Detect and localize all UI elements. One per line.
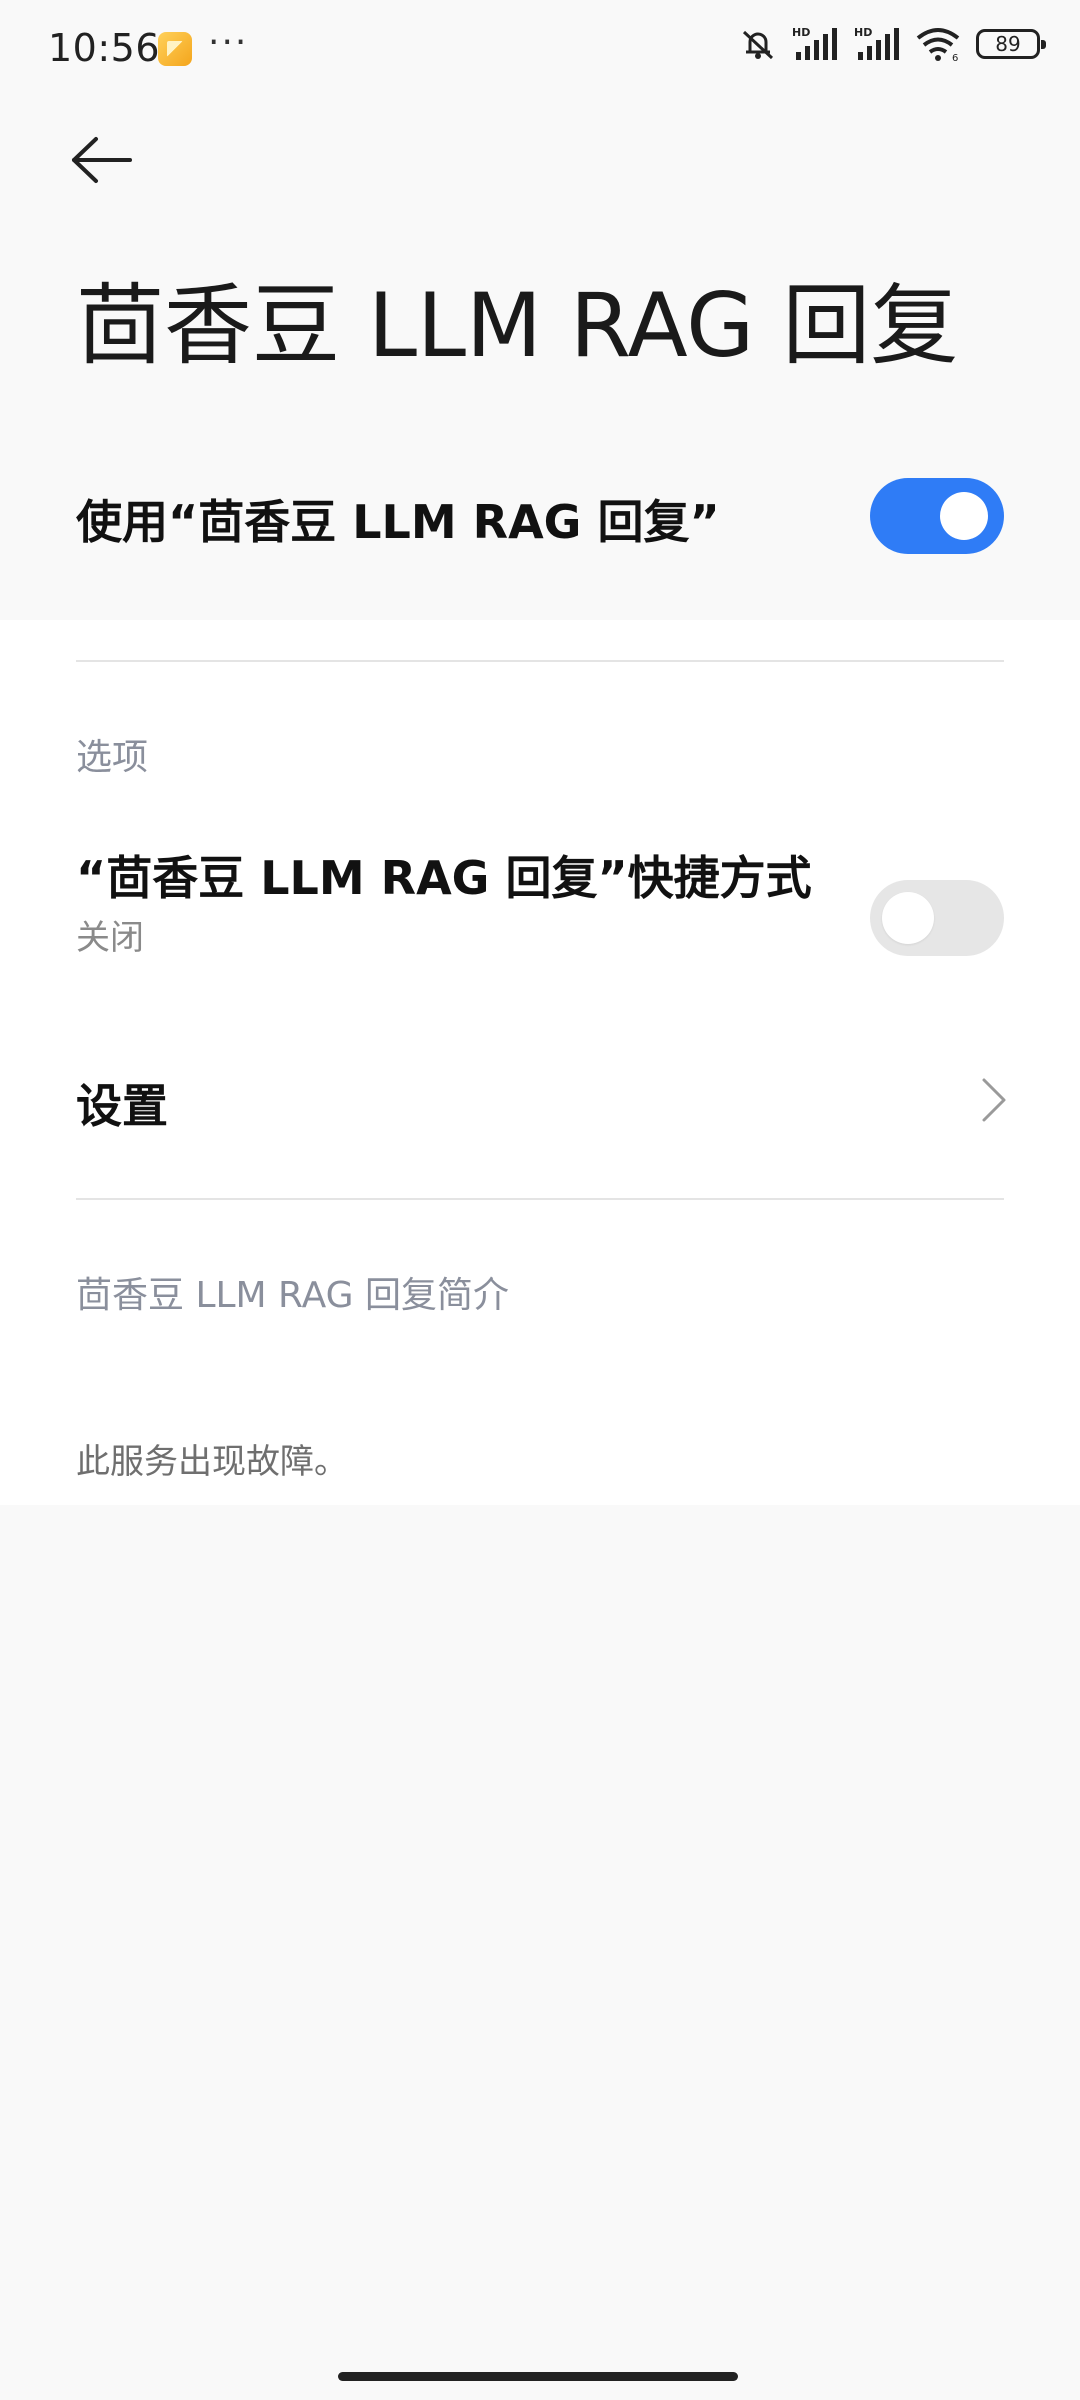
shortcut-subtitle: 关闭 [76, 918, 144, 958]
content-card: 选项 “茴香豆 LLM RAG 回复”快捷方式 关闭 设置 茴香豆 LLM RA… [0, 620, 1080, 1505]
shortcut-title: “茴香豆 LLM RAG 回复”快捷方式 [76, 851, 812, 905]
divider [76, 660, 1004, 662]
master-switch-label: 使用“茴香豆 LLM RAG 回复” [76, 495, 720, 549]
app-notification-icon [158, 32, 192, 66]
battery-level: 89 [995, 32, 1021, 56]
status-bar: 10:56 ··· HD HD 6 89 [0, 0, 1080, 96]
status-time: 10:56 [48, 26, 161, 70]
hd-signal-icon: HD [792, 26, 840, 62]
toggle-knob [882, 892, 934, 944]
status-icons: HD HD 6 89 [738, 26, 1046, 62]
wifi-icon: 6 [916, 26, 962, 62]
arrow-left-icon [72, 137, 132, 183]
master-switch-toggle[interactable] [870, 478, 1004, 554]
service-description: 此服务出现故障。 [76, 1442, 348, 1482]
settings-title: 设置 [76, 1079, 168, 1133]
svg-text:HD: HD [854, 26, 872, 39]
svg-text:HD: HD [792, 26, 810, 39]
shortcut-row[interactable]: “茴香豆 LLM RAG 回复”快捷方式 关闭 [0, 840, 1080, 990]
screen: 10:56 ··· HD HD 6 89 茴香豆 LLM RAG 回复 使用“茴… [0, 0, 1080, 2400]
back-button[interactable] [70, 136, 150, 196]
battery-icon: 89 [976, 29, 1046, 59]
master-switch-row[interactable]: 使用“茴香豆 LLM RAG 回复” [0, 450, 1080, 620]
about-section-label: 茴香豆 LLM RAG 回复简介 [76, 1275, 509, 1316]
toggle-knob [940, 492, 988, 540]
shortcut-toggle[interactable] [870, 880, 1004, 956]
mute-icon [738, 26, 778, 62]
home-indicator[interactable] [338, 2372, 738, 2381]
settings-row[interactable]: 设置 [0, 1040, 1080, 1160]
options-section-label: 选项 [76, 737, 149, 778]
hd-signal-icon: HD [854, 26, 902, 62]
more-notifications-indicator: ··· [208, 22, 249, 63]
chevron-right-icon [980, 1076, 1008, 1128]
divider [76, 1198, 1004, 1200]
page-title: 茴香豆 LLM RAG 回复 [76, 274, 959, 377]
svg-text:6: 6 [952, 53, 958, 62]
